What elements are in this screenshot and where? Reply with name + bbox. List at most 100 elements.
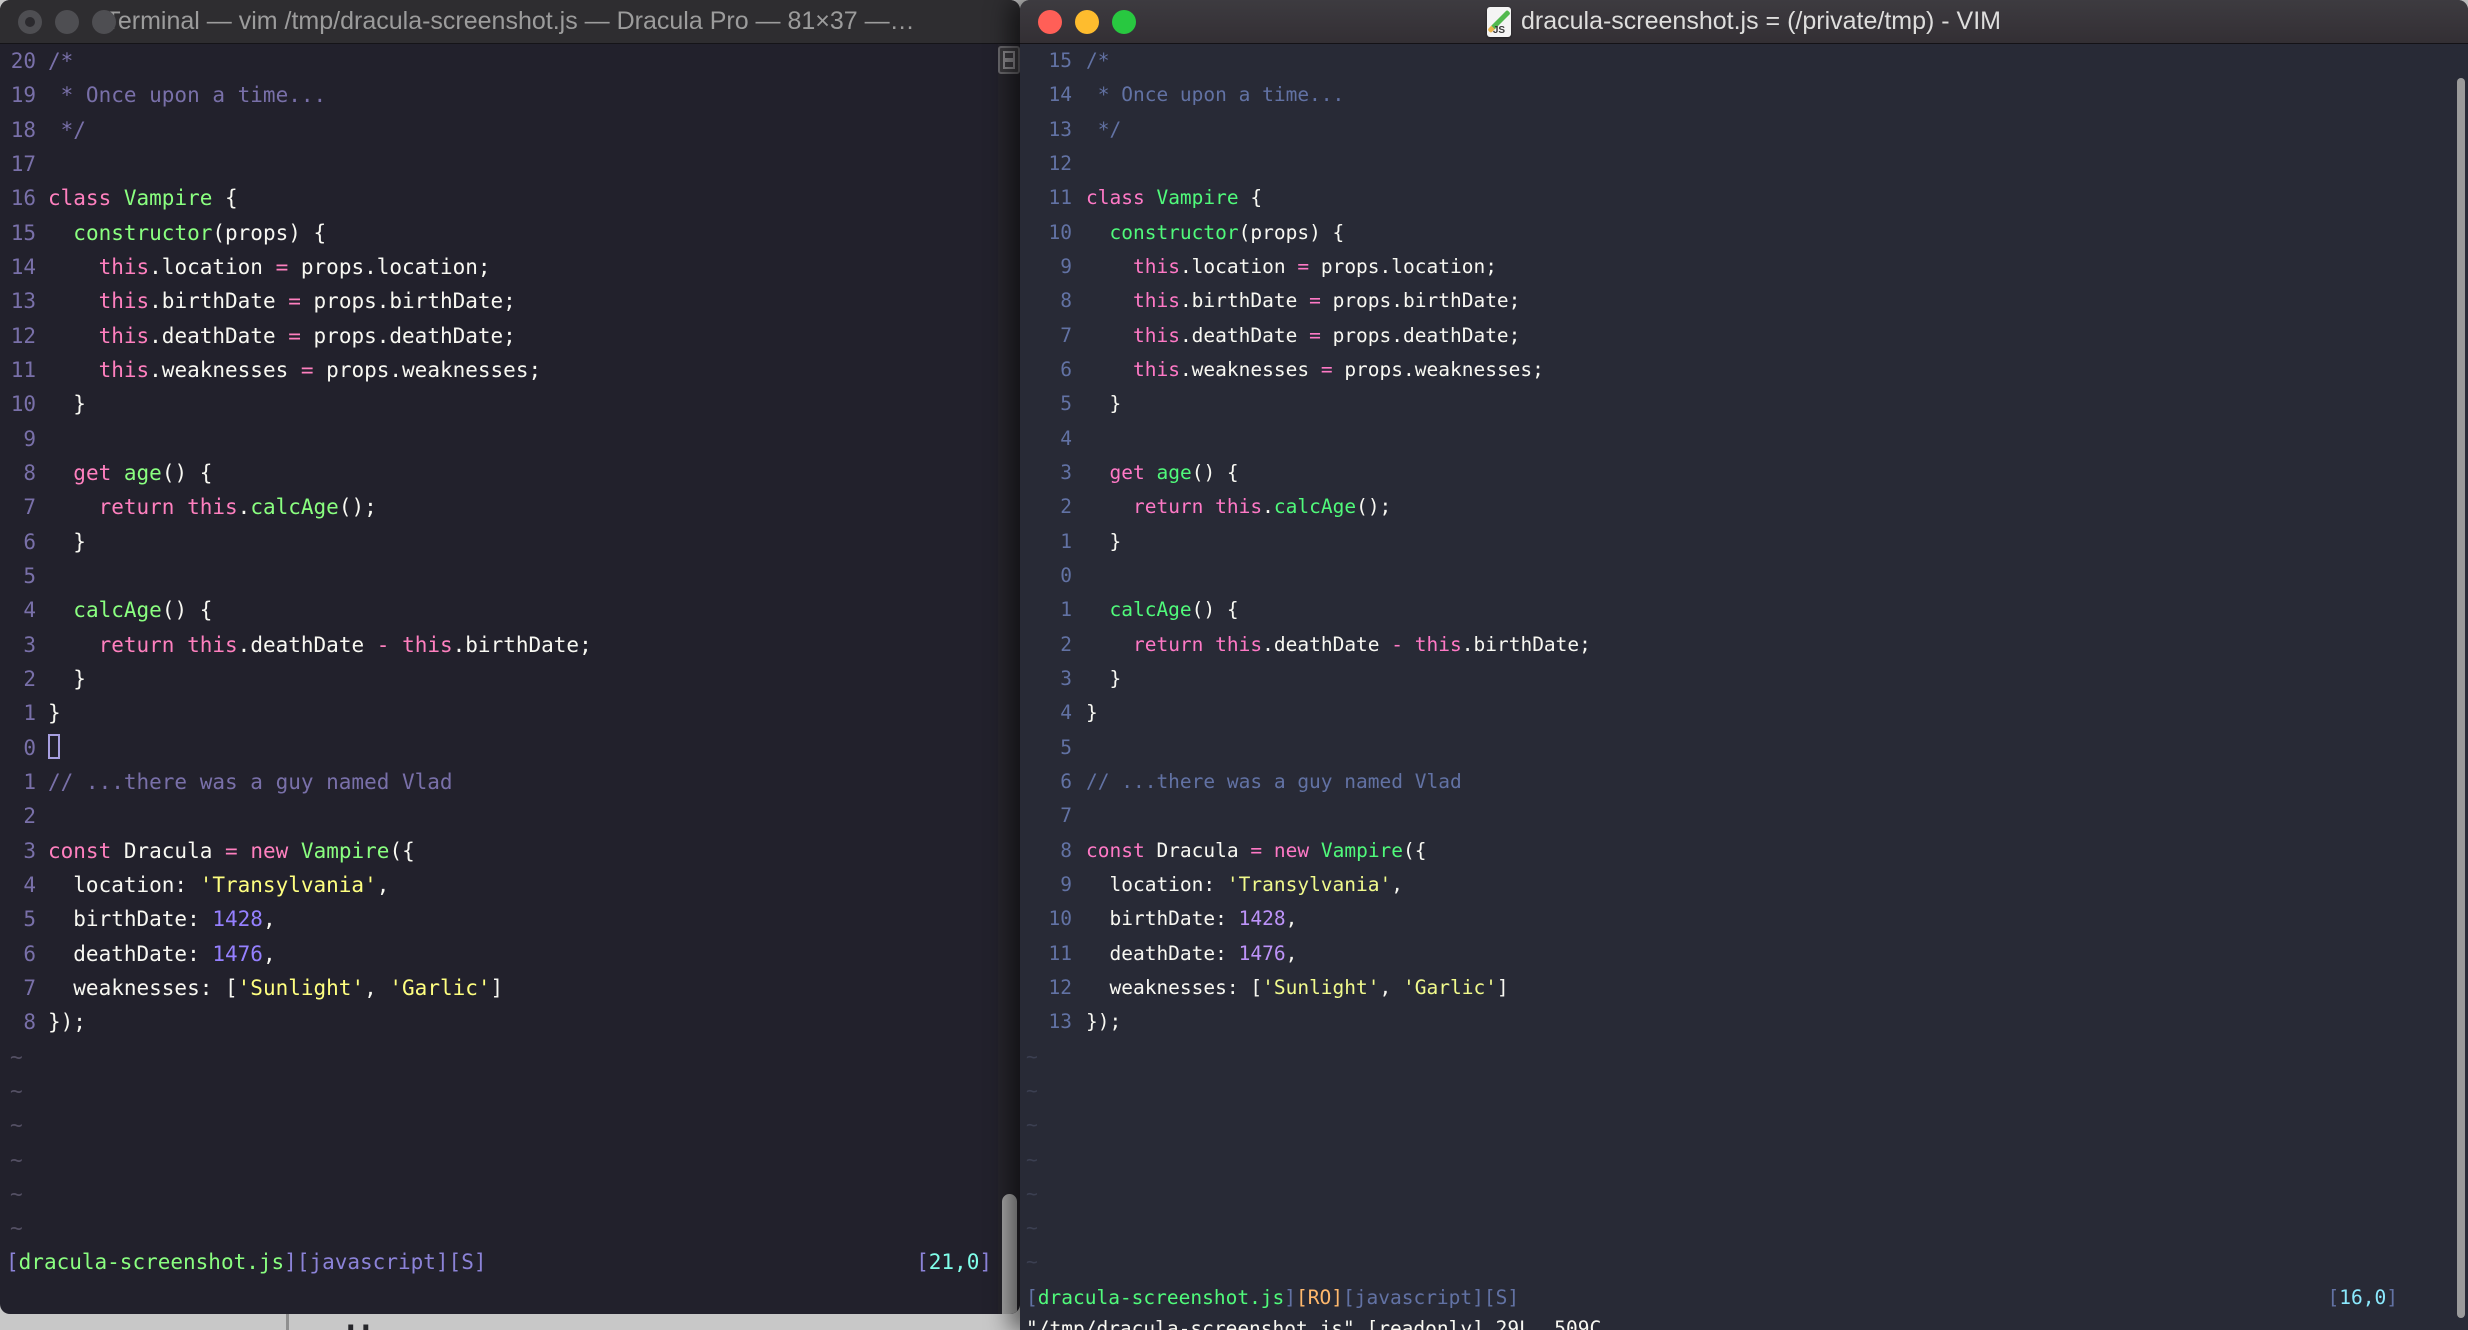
code-line: 5 xyxy=(1020,731,2468,765)
line-number: 6 xyxy=(23,529,36,554)
code-line: 1} xyxy=(0,696,1020,730)
line-number: 9 xyxy=(1060,254,1072,278)
code-line: 3 const Dracula = new Vampire({ xyxy=(0,834,1020,868)
line-number: 13 xyxy=(1048,1010,1072,1034)
line-number: 10 xyxy=(1048,907,1072,931)
zoom-button[interactable] xyxy=(92,10,116,34)
minimize-button[interactable] xyxy=(55,10,79,34)
traffic-lights xyxy=(1020,0,1160,44)
scrollbar-thumb[interactable] xyxy=(2457,78,2465,1318)
line-number: 1 xyxy=(23,769,36,794)
terminal-window: Terminal — vim /tmp/dracula-screenshot.j… xyxy=(0,0,1020,1314)
zoom-button[interactable] xyxy=(1112,10,1136,34)
line-number: 1 xyxy=(23,701,36,726)
window-title: dracula-screenshot.js = (/private/tmp) -… xyxy=(1520,7,2002,35)
line-number: 3 xyxy=(23,632,36,657)
line-number: 2 xyxy=(1060,495,1072,519)
line-number: 12 xyxy=(10,323,36,348)
line-number: 11 xyxy=(10,357,36,382)
line-number: 4 xyxy=(1060,426,1072,450)
code-line: 19 * Once upon a time... xyxy=(0,78,1020,112)
code-line: 2 } xyxy=(0,662,1020,696)
scrollbar-thumb[interactable] xyxy=(1002,1194,1017,1314)
code-line: ~ xyxy=(1026,1250,1038,1274)
code-line: 8 get age() { xyxy=(0,456,1020,490)
line-number: 4 xyxy=(23,598,36,623)
code-line: 17 xyxy=(0,147,1020,181)
code-line: ~ xyxy=(10,1181,23,1206)
code-line: 4 calcAge() { xyxy=(0,593,1020,627)
line-number: 5 xyxy=(23,907,36,932)
code-line: 7 weaknesses: ['Sunlight', 'Garlic'] xyxy=(0,971,1020,1005)
code-line: 0 xyxy=(0,731,1020,765)
line-number: 0 xyxy=(1060,563,1072,587)
split-pane-button[interactable] xyxy=(998,46,1020,74)
code-line: 6// ...there was a guy named Vlad xyxy=(1020,765,2468,799)
line-number: 15 xyxy=(1048,49,1072,72)
line-number: 3 xyxy=(1060,460,1072,484)
line-number: 7 xyxy=(1060,323,1072,347)
code-line: 6 deathDate: 1476, xyxy=(0,937,1020,971)
code-line: 13 this.birthDate = props.birthDate; xyxy=(0,284,1020,318)
code-line: 15 constructor(props) { xyxy=(0,216,1020,250)
code-line: ~ xyxy=(1026,1147,1038,1171)
line-number: 7 xyxy=(23,975,36,1000)
code-line: 3 get age() { xyxy=(1020,456,2468,490)
line-number: 9 xyxy=(23,426,36,451)
code-line: 10 constructor(props) { xyxy=(1020,216,2468,250)
close-button[interactable] xyxy=(18,10,42,34)
line-number: 10 xyxy=(10,392,36,417)
code-line: 9 location: 'Transylvania', xyxy=(1020,868,2468,902)
code-line: 1 calcAge() { xyxy=(1020,593,2468,627)
code-line: 6 } xyxy=(0,525,1020,559)
line-number: 5 xyxy=(1060,735,1072,759)
line-number: 15 xyxy=(10,220,36,245)
code-line: ~ xyxy=(10,1147,23,1172)
line-number: 1 xyxy=(1060,598,1072,622)
line-number: 14 xyxy=(1048,83,1072,107)
code-line: ~ xyxy=(1026,1078,1038,1102)
line-number: 2 xyxy=(23,666,36,691)
code-line: ~ xyxy=(1026,1113,1038,1137)
line-number: 8 xyxy=(1060,838,1072,862)
code-line: 5 xyxy=(0,559,1020,593)
vim-buffer-right[interactable]: 15/* 14 * Once upon a time... 13 */12 11 cla… xyxy=(1020,44,2468,1330)
code-line: 3 } xyxy=(1020,662,2468,696)
terminal-titlebar[interactable]: Terminal — vim /tmp/dracula-screenshot.j… xyxy=(0,0,1020,44)
code-line: 6 this.weaknesses = props.weaknesses; xyxy=(1020,353,2468,387)
close-button[interactable] xyxy=(1038,10,1062,34)
line-number: 4 xyxy=(1060,701,1072,725)
code-line: 5 } xyxy=(1020,387,2468,421)
code-line: 1 } xyxy=(1020,525,2468,559)
line-number: 6 xyxy=(1060,357,1072,381)
code-line: 8}); xyxy=(0,1005,1020,1039)
macvim-titlebar[interactable]: JS dracula-screenshot.js = (/private/tmp… xyxy=(1020,0,2468,44)
vim-statusline-left: [dracula-screenshot.js][javascript][S] [… xyxy=(0,1245,998,1280)
minimize-button[interactable] xyxy=(1075,10,1099,34)
macvim-window: JS dracula-screenshot.js = (/private/tmp… xyxy=(1020,0,2468,1330)
code-line: 7 this.deathDate = props.deathDate; xyxy=(1020,319,2468,353)
vim-statusline-right: [dracula-screenshot.js][RO][javascript][… xyxy=(1020,1280,2468,1315)
vim-buffer-left[interactable]: 20/* 19 * Once upon a time... 18 */17 16 cla… xyxy=(0,44,1020,1314)
code-line: ~ xyxy=(10,1078,23,1103)
code-line: ~ xyxy=(10,1216,23,1241)
line-number: 18 xyxy=(10,117,36,142)
code-line: ~ xyxy=(1026,1216,1038,1240)
line-number: 17 xyxy=(10,151,36,176)
scrollbar-track[interactable] xyxy=(998,44,1020,1314)
line-number: 6 xyxy=(1060,769,1072,793)
line-number: 3 xyxy=(23,838,36,863)
code-line: ~ xyxy=(10,1044,23,1069)
code-line: 3 return this.deathDate - this.birthDate… xyxy=(0,628,1020,662)
code-line: 4 xyxy=(1020,422,2468,456)
line-number: 0 xyxy=(23,735,36,760)
cursor-position: [16,0] xyxy=(2327,1286,2398,1309)
desktop-window-edge xyxy=(286,1314,289,1330)
line-number: 5 xyxy=(23,563,36,588)
line-number: 8 xyxy=(1060,289,1072,313)
line-number: 12 xyxy=(1048,975,1072,999)
line-number: 13 xyxy=(10,289,36,314)
line-number: 12 xyxy=(1048,151,1072,175)
document-icon[interactable]: JS xyxy=(1486,6,1511,37)
code-line: 5 birthDate: 1428, xyxy=(0,902,1020,936)
